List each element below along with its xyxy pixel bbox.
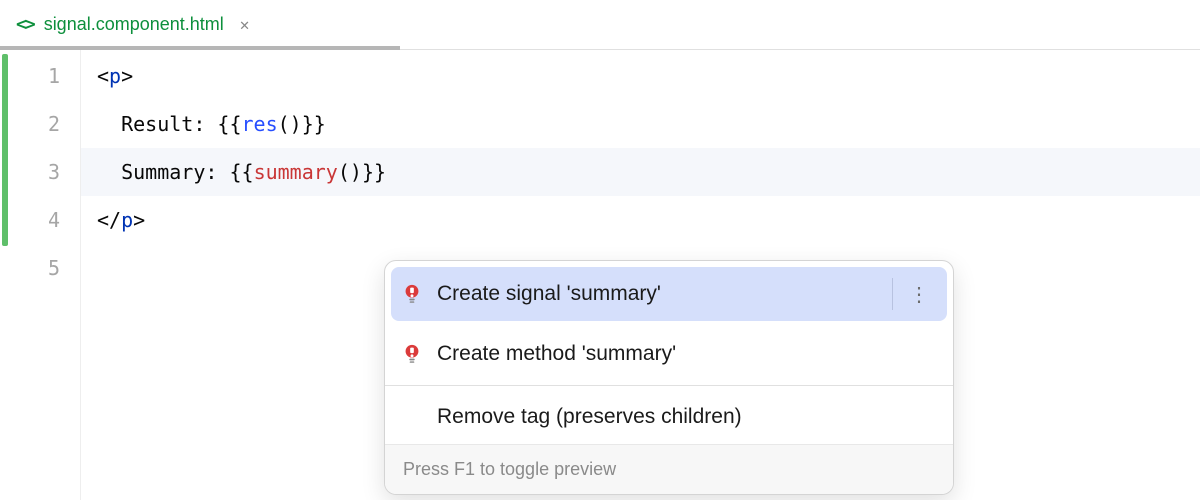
error-bulb-icon	[401, 283, 423, 305]
file-tab[interactable]: <> signal.component.html ✕	[0, 0, 265, 49]
intention-label: Create method 'summary'	[437, 342, 676, 366]
editor-tab-bar: <> signal.component.html ✕	[0, 0, 1200, 50]
html-file-icon: <>	[16, 14, 34, 35]
code-line-1[interactable]: <p>	[81, 52, 1200, 100]
code-line-2[interactable]: Result: {{res()}}	[81, 100, 1200, 148]
modified-marker	[2, 54, 8, 246]
intention-remove-tag[interactable]: Remove tag (preserves children)	[385, 390, 953, 444]
line-numbers: 1 2 3 4 5	[0, 52, 80, 500]
line-number[interactable]: 2	[26, 100, 80, 148]
editor-area: 1 2 3 4 5 <p> Result: {{res()}} Summary:…	[0, 50, 1200, 500]
intention-create-method[interactable]: Create method 'summary'	[385, 327, 953, 381]
error-bulb-icon	[401, 343, 423, 365]
intention-hint: Press F1 to toggle preview	[385, 444, 953, 494]
line-number[interactable]: 1	[26, 52, 80, 100]
more-options-icon[interactable]: ⋮	[892, 278, 931, 310]
line-number[interactable]: 3	[26, 148, 80, 196]
tab-filename: signal.component.html	[44, 14, 224, 35]
intention-divider	[385, 385, 953, 386]
code-area[interactable]: <p> Result: {{res()}} Summary: {{summary…	[80, 50, 1200, 500]
close-tab-icon[interactable]: ✕	[240, 15, 250, 34]
intention-actions-popup: Create signal 'summary' ⋮ Create method …	[384, 260, 954, 495]
gutter: 1 2 3 4 5	[0, 50, 80, 500]
intention-label: Create signal 'summary'	[437, 282, 661, 306]
intention-create-signal[interactable]: Create signal 'summary' ⋮	[391, 267, 947, 321]
code-line-4[interactable]: </p>	[81, 196, 1200, 244]
line-number[interactable]: 4	[26, 196, 80, 244]
intention-label: Remove tag (preserves children)	[437, 405, 742, 429]
line-number[interactable]: 5	[26, 244, 80, 292]
code-line-3[interactable]: Summary: {{summary()}}	[81, 148, 1200, 196]
